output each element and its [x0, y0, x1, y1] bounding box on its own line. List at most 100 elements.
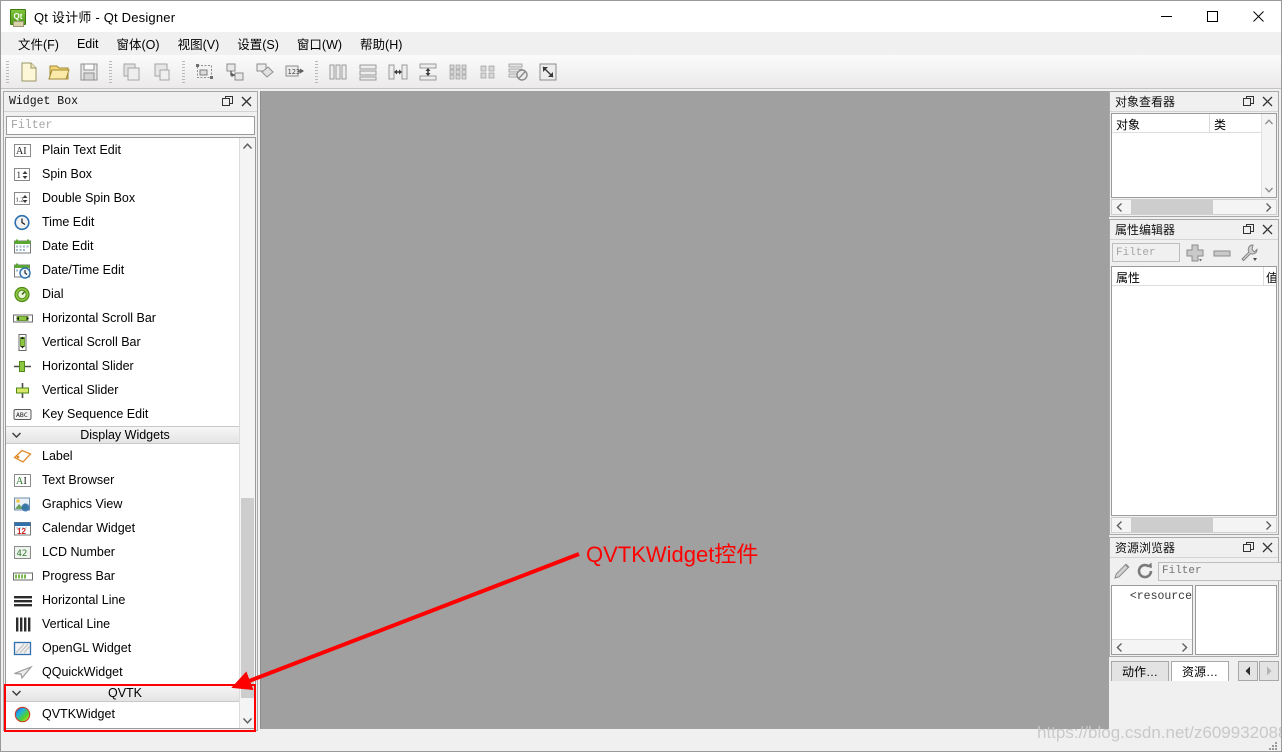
column-header-object[interactable]: 对象 — [1112, 114, 1210, 132]
property-editor-table[interactable]: 属性 值 — [1111, 266, 1277, 516]
float-icon[interactable] — [1240, 221, 1257, 238]
hscroll-track[interactable] — [1127, 518, 1261, 532]
menu-settings[interactable]: 设置(S) — [228, 31, 288, 56]
close-icon[interactable] — [1259, 221, 1276, 238]
layout-form-icon[interactable] — [473, 58, 503, 86]
layout-splitter-horizontal-icon[interactable] — [383, 58, 413, 86]
scroll-down-icon[interactable] — [240, 712, 255, 728]
widget-list-item[interactable]: Vertical Scroll Bar — [6, 330, 244, 354]
widget-list-item[interactable]: 1.2 Double Spin Box — [6, 186, 244, 210]
scroll-right-icon[interactable] — [1261, 520, 1276, 530]
adjust-size-icon[interactable] — [533, 58, 563, 86]
widget-list-item[interactable]: Date Edit — [6, 234, 244, 258]
scroll-right-icon[interactable] — [1177, 642, 1192, 652]
layout-grid-icon[interactable] — [443, 58, 473, 86]
edit-tab-order-icon[interactable]: 123 — [280, 58, 310, 86]
break-layout-icon[interactable] — [503, 58, 533, 86]
scroll-left-icon[interactable] — [1112, 642, 1127, 652]
new-file-icon[interactable] — [14, 58, 44, 86]
paste-icon[interactable] — [147, 58, 177, 86]
menu-window[interactable]: 窗口(W) — [288, 31, 351, 56]
resource-tree-hscrollbar[interactable] — [1112, 639, 1192, 654]
property-editor-hscrollbar[interactable] — [1111, 517, 1277, 533]
menu-form[interactable]: 窗体(O) — [108, 31, 169, 56]
plus-icon[interactable] — [1183, 242, 1207, 264]
widget-list-item[interactable]: 42 LCD Number — [6, 540, 244, 564]
hscroll-track[interactable] — [1127, 200, 1261, 214]
widget-list-item[interactable]: A I Text Browser — [6, 468, 244, 492]
hscroll-thumb[interactable] — [1131, 200, 1213, 214]
menu-edit[interactable]: Edit — [68, 34, 108, 54]
scroll-left-icon[interactable] — [1112, 202, 1127, 212]
save-icon[interactable] — [74, 58, 104, 86]
object-inspector-hscrollbar[interactable] — [1111, 199, 1277, 215]
hscroll-thumb[interactable] — [1131, 518, 1213, 532]
close-icon[interactable] — [1259, 539, 1276, 556]
property-editor-filter-input[interactable] — [1112, 243, 1180, 262]
resource-preview-pane[interactable] — [1195, 585, 1277, 655]
arrow-left-icon[interactable] — [1238, 661, 1258, 681]
maximize-icon[interactable] — [1189, 1, 1235, 32]
float-icon[interactable] — [219, 93, 236, 110]
widget-list-item[interactable]: Dial — [6, 282, 244, 306]
close-icon[interactable] — [1259, 93, 1276, 110]
widget-list-item[interactable]: Horizontal Scroll Bar — [6, 306, 244, 330]
widget-list-item[interactable]: Horizontal Line — [6, 588, 244, 612]
object-inspector-tree[interactable]: 对象 类 — [1111, 113, 1277, 198]
pencil-icon[interactable] — [1112, 560, 1132, 582]
minimize-icon[interactable] — [1143, 1, 1189, 32]
widget-group-header[interactable]: QVTK — [6, 684, 244, 702]
column-header-property[interactable]: 属性 — [1112, 267, 1264, 285]
widget-list-item[interactable]: QVTKWidget — [6, 702, 244, 726]
layout-horizontal-icon[interactable] — [323, 58, 353, 86]
widget-group-header[interactable]: Display Widgets — [6, 426, 244, 444]
resize-grip-icon[interactable] — [1268, 738, 1278, 750]
edit-widgets-icon[interactable] — [190, 58, 220, 86]
menu-view[interactable]: 视图(V) — [169, 31, 229, 56]
widget-list-item[interactable]: Date/Time Edit — [6, 258, 244, 282]
tab-resource-browser[interactable]: 资源… — [1171, 661, 1230, 681]
copy-icon[interactable] — [117, 58, 147, 86]
layout-vertical-icon[interactable] — [353, 58, 383, 86]
wrench-icon[interactable] — [1237, 242, 1261, 264]
edit-buddies-icon[interactable] — [250, 58, 280, 86]
widget-list-item[interactable]: QQuickWidget — [6, 660, 244, 684]
scroll-down-icon[interactable] — [1262, 182, 1276, 197]
reload-icon[interactable] — [1135, 560, 1155, 582]
widget-list-item[interactable]: Vertical Line — [6, 612, 244, 636]
widget-list-item[interactable]: Vertical Slider — [6, 378, 244, 402]
menu-file[interactable]: 文件(F) — [9, 31, 68, 56]
scroll-up-icon[interactable] — [1262, 114, 1276, 129]
object-inspector-vscrollbar[interactable] — [1261, 114, 1276, 197]
column-header-value[interactable]: 值 — [1264, 267, 1276, 285]
scroll-thumb[interactable] — [241, 498, 254, 698]
edit-signals-slots-icon[interactable] — [220, 58, 250, 86]
widget-list-item[interactable]: AI Plain Text Edit — [6, 138, 244, 162]
widget-list-item[interactable]: OpenGL Widget — [6, 636, 244, 660]
widget-list-item[interactable]: Label — [6, 444, 244, 468]
widget-list-item[interactable]: 12 Calendar Widget — [6, 516, 244, 540]
widget-list-item[interactable]: Graphics View — [6, 492, 244, 516]
open-folder-icon[interactable] — [44, 58, 74, 86]
widget-box-filter-input[interactable] — [6, 116, 255, 135]
widget-list-item[interactable]: Progress Bar — [6, 564, 244, 588]
widget-list-item[interactable]: Horizontal Slider — [6, 354, 244, 378]
minus-icon[interactable] — [1210, 242, 1234, 264]
scroll-up-icon[interactable] — [240, 138, 255, 154]
scroll-right-icon[interactable] — [1261, 202, 1276, 212]
scroll-left-icon[interactable] — [1112, 520, 1127, 530]
resource-browser-filter-input[interactable] — [1158, 561, 1281, 581]
tab-action-editor[interactable]: 动作… — [1111, 661, 1170, 681]
close-icon[interactable] — [1235, 1, 1281, 32]
close-icon[interactable] — [238, 93, 255, 110]
arrow-right-icon[interactable] — [1259, 661, 1279, 681]
widget-box-scrollbar[interactable] — [239, 138, 255, 728]
widget-list-item[interactable]: ABC Key Sequence Edit — [6, 402, 244, 426]
layout-splitter-vertical-icon[interactable] — [413, 58, 443, 86]
float-icon[interactable] — [1240, 93, 1257, 110]
widget-list-item[interactable]: 1 Spin Box — [6, 162, 244, 186]
form-canvas-area[interactable] — [260, 91, 1109, 729]
widget-list-item[interactable]: Time Edit — [6, 210, 244, 234]
menu-help[interactable]: 帮助(H) — [351, 31, 411, 56]
resource-tree-pane[interactable]: <resource — [1111, 585, 1193, 655]
